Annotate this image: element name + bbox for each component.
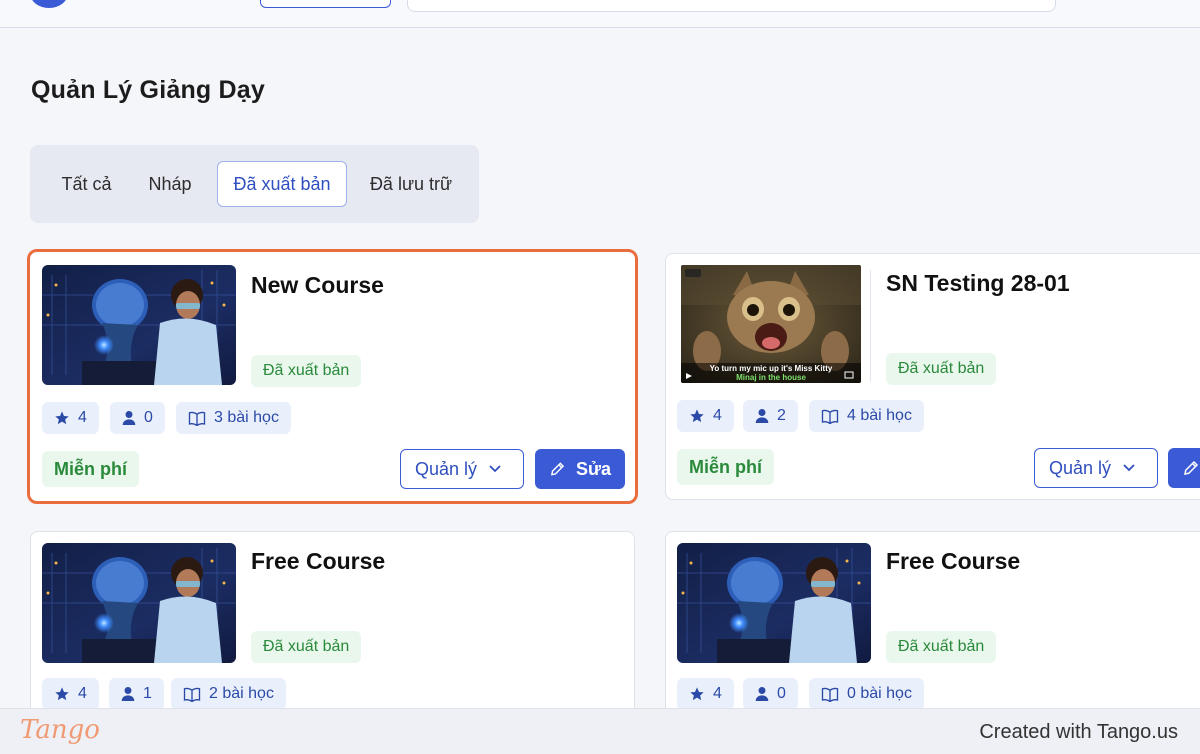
tab-draft[interactable]: Nháp (137, 161, 203, 207)
lessons-stat: 0 bài học (809, 678, 924, 710)
lessons-value: 2 bài học (209, 685, 274, 702)
students-stat: 0 (110, 402, 165, 434)
students-value: 0 (777, 685, 786, 702)
lessons-value: 0 bài học (847, 685, 912, 702)
course-thumbnail[interactable] (42, 265, 236, 385)
edit-button[interactable]: Sửa (535, 449, 625, 489)
book-icon (821, 687, 839, 702)
status-badge: Đã xuất bản (886, 353, 997, 385)
footer-credit: Created with Tango.us (979, 721, 1178, 743)
user-icon (755, 687, 769, 701)
video-caption: Yo turn my mic up it's Miss Kitty Minaj … (681, 364, 861, 382)
price-badge: Miễn phí (42, 451, 139, 487)
course-thumbnail[interactable] (42, 543, 236, 663)
book-icon (821, 409, 839, 424)
user-icon (121, 687, 135, 701)
chevron-down-icon (489, 465, 501, 473)
pencil-icon (1184, 460, 1199, 475)
manage-dropdown-button[interactable]: Quản lý (400, 449, 524, 489)
course-title[interactable]: Free Course (251, 548, 385, 575)
course-thumbnail[interactable] (677, 543, 871, 663)
app-logo[interactable] (30, 0, 68, 8)
price-badge: Miễn phí (677, 449, 774, 485)
lessons-value: 3 bài học (214, 409, 279, 426)
lessons-value: 4 bài học (847, 407, 912, 424)
lessons-stat: 3 bài học (176, 402, 291, 434)
tab-all[interactable]: Tất cả (44, 161, 129, 207)
course-card[interactable]: Free Course Đã xuất bản 4 1 2 bài học (30, 531, 635, 731)
course-title[interactable]: SN Testing 28-01 (886, 270, 1070, 297)
book-icon (183, 687, 201, 702)
tab-archived[interactable]: Đã lưu trữ (357, 161, 465, 207)
manage-dropdown-button[interactable]: Quản lý (1034, 448, 1158, 488)
header-button[interactable] (260, 0, 391, 8)
page-title: Quản Lý Giảng Dạy (31, 76, 266, 104)
manage-label: Quản lý (415, 458, 478, 479)
book-icon (188, 411, 206, 426)
course-card[interactable]: New Course Đã xuất bản 4 0 3 bài học Miễ… (27, 249, 638, 504)
video-caption-line-1: Yo turn my mic up it's Miss Kitty (709, 364, 833, 373)
rating-value: 4 (78, 685, 87, 702)
status-tabs: Tất cả Nháp Đã xuất bản Đã lưu trữ (30, 145, 479, 223)
course-title[interactable]: New Course (251, 272, 384, 299)
pencil-icon (550, 462, 565, 476)
students-stat: 0 (743, 678, 798, 710)
students-value: 2 (777, 407, 786, 424)
status-badge: Đã xuất bản (251, 355, 362, 387)
course-title[interactable]: Free Course (886, 548, 1020, 575)
status-badge: Đã xuất bản (886, 631, 997, 663)
students-value: 0 (144, 409, 153, 426)
thumbnail-divider (870, 270, 871, 382)
user-icon (755, 409, 769, 423)
course-card[interactable]: Free Course Đã xuất bản 4 0 0 bài học (665, 531, 1200, 731)
video-caption-line-2: Minaj in the house (736, 373, 806, 382)
tango-footer: Tango Created with Tango.us (0, 708, 1200, 754)
rating-stat: 4 (677, 678, 734, 710)
course-video-thumbnail[interactable]: Yo turn my mic up it's Miss Kitty Minaj … (681, 265, 861, 383)
edit-button[interactable] (1168, 448, 1200, 488)
status-badge: Đã xuất bản (251, 631, 362, 663)
lessons-stat: 4 bài học (809, 400, 924, 432)
lessons-stat: 2 bài học (171, 678, 286, 710)
chevron-down-icon (1123, 464, 1135, 472)
students-stat: 1 (109, 678, 164, 710)
star-icon (55, 411, 69, 425)
course-card[interactable]: Yo turn my mic up it's Miss Kitty Minaj … (665, 253, 1200, 500)
tango-logo: Tango (20, 715, 100, 745)
star-icon (690, 687, 704, 701)
rating-value: 4 (78, 409, 87, 426)
students-stat: 2 (743, 400, 798, 432)
edit-label: Sửa (575, 458, 611, 479)
tab-published[interactable]: Đã xuất bản (217, 161, 347, 207)
students-value: 1 (143, 685, 152, 702)
rating-value: 4 (713, 407, 722, 424)
manage-label: Quản lý (1049, 457, 1112, 478)
search-input[interactable] (407, 0, 1056, 12)
rating-stat: 4 (42, 678, 99, 710)
rating-stat: 4 (42, 402, 99, 434)
top-header (0, 0, 1200, 28)
star-icon (55, 687, 69, 701)
user-icon (122, 411, 136, 425)
rating-stat: 4 (677, 400, 734, 432)
rating-value: 4 (713, 685, 722, 702)
star-icon (690, 409, 704, 423)
